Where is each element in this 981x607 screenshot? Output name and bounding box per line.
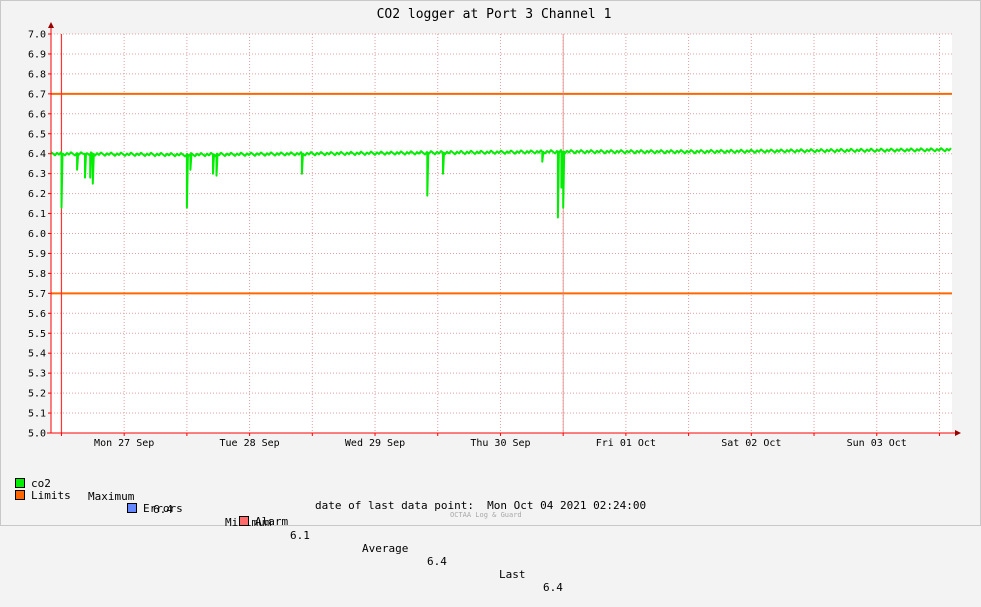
last-value: 6.4 xyxy=(543,581,563,594)
y-tick-label: 5.0 xyxy=(28,429,46,440)
x-tick-label: Mon 27 Sep xyxy=(94,438,154,449)
legend-item-alarm: Alarm xyxy=(239,515,288,528)
y-tick-label: 6.0 xyxy=(28,229,46,240)
errors-swatch xyxy=(127,503,137,513)
alarm-swatch xyxy=(239,516,249,526)
x-axis-arrow xyxy=(955,430,961,436)
y-tick-label: 5.5 xyxy=(28,329,46,340)
y-axis-arrow xyxy=(48,22,54,28)
legend-item-limits: Limits xyxy=(15,489,71,502)
y-tick-label: 5.1 xyxy=(28,409,46,420)
limits-label: Limits xyxy=(31,489,71,502)
last-label: Last xyxy=(499,568,526,581)
y-tick-label: 5.2 xyxy=(28,389,46,400)
y-tick-label: 5.8 xyxy=(28,269,46,280)
x-axis: Mon 27 Sep Tue 28 Sep Wed 29 Sep Thu 30 Sep… xyxy=(60,433,940,449)
y-tick-label: 6.7 xyxy=(28,89,46,100)
legend-row-limits: Limits Errors Alarm xyxy=(15,476,288,528)
y-tick-label: 6.8 xyxy=(28,69,46,80)
y-tick-label: 5.7 xyxy=(28,289,46,300)
x-tick-label: Thu 30 Sep xyxy=(470,438,530,449)
y-tick-label: 7.0 xyxy=(28,30,46,41)
y-tick-label: 6.6 xyxy=(28,109,46,120)
y-tick-label: 6.1 xyxy=(28,209,46,220)
avg-value: 6.4 xyxy=(427,555,447,568)
limits-swatch xyxy=(15,490,25,500)
y-tick-label: 6.3 xyxy=(28,169,46,180)
min-value: 6.1 xyxy=(290,529,310,542)
y-tick-label: 6.4 xyxy=(28,149,46,160)
y-tick-label: 6.2 xyxy=(28,189,46,200)
x-tick-label: Tue 28 Sep xyxy=(219,438,279,449)
avg-label: Average xyxy=(362,542,409,555)
y-tick-label: 5.9 xyxy=(28,249,46,260)
errors-label: Errors xyxy=(143,502,183,515)
legend-item-errors: Errors xyxy=(127,502,183,515)
alarm-label: Alarm xyxy=(255,515,289,528)
x-tick-label: Wed 29 Sep xyxy=(345,438,405,449)
y-tick-label: 6.5 xyxy=(28,129,46,140)
x-tick-label: Sun 03 Oct xyxy=(847,438,907,449)
x-tick-label: Sat 02 Oct xyxy=(721,438,781,449)
chart-title: CO2 logger at Port 3 Channel 1 xyxy=(377,7,612,22)
y-tick-label: 5.3 xyxy=(28,369,46,380)
y-tick-label: 6.9 xyxy=(28,49,46,60)
y-axis: 7.0 6.9 6.8 6.7 6.6 6.5 6.4 6.3 6.2 6.1 6.0 5.9 5.8 5… xyxy=(28,30,51,440)
y-tick-label: 5.6 xyxy=(28,309,46,320)
x-tick-label: Fri 01 Oct xyxy=(596,438,656,449)
y-tick-label: 5.4 xyxy=(28,349,46,360)
co2-chart: CO2 logger at Port 3 Channel 1 7.0 6.9 6.8… xyxy=(28,7,961,449)
watermark: OCTAA Log & Guard xyxy=(450,511,522,519)
